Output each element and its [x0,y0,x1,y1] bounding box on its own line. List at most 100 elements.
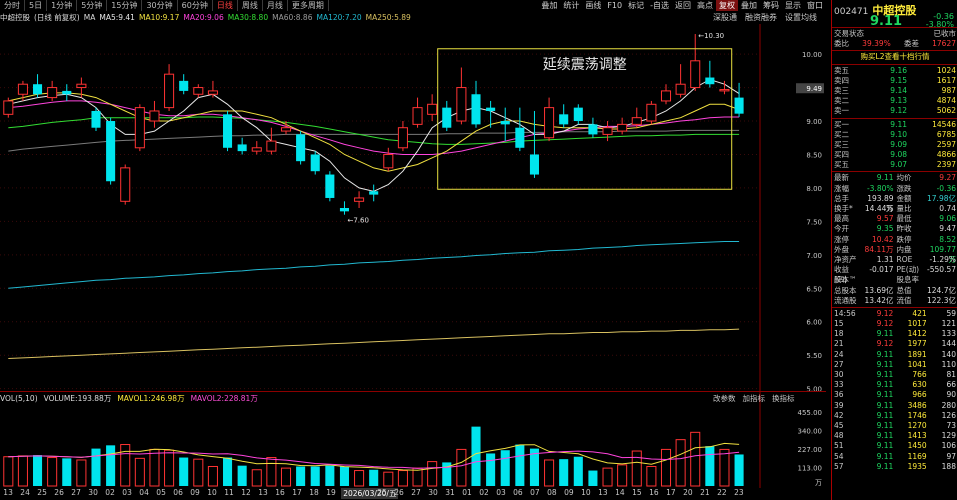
date-label: 25 [37,488,47,497]
volume-bar [106,445,116,486]
bid-level-4: 买四 9.08 4866 [834,150,956,160]
volume-bar [179,457,189,486]
sub-button-2[interactable]: 设置均线 [785,12,817,23]
volume-bar [149,448,160,487]
stat-row: 总手 193.89万 金额 17.98亿 [834,193,956,214]
volume-bar [3,456,14,487]
vol-tool-1[interactable]: 加指标 [743,393,766,404]
tool-button-2[interactable]: 画线 [582,0,604,11]
candle [602,121,613,142]
candle [3,97,14,118]
tick-list: 14:56 9.12 421 59 15 9.12 1017 121 18 9.11 1412 133… [832,309,957,472]
candle [164,64,175,111]
tool-button-6[interactable]: 返回 [672,0,694,11]
volume-bar [47,457,58,487]
tab-7[interactable]: 日线 [213,0,238,11]
tool-button-12[interactable]: 窗口 [804,0,826,11]
date-label: 13 [598,488,608,497]
candle [515,107,525,152]
volume-bar [164,449,175,487]
date-label: 12 [241,488,251,497]
sub-button-1[interactable]: 融资融券 [745,12,777,23]
tool-button-7[interactable]: 高点 [694,0,716,11]
stat-row: 换手* 14.44% 量比 0.74 [834,204,956,213]
ma250-label: MA250:5.89 [365,13,411,22]
stat-row: 收益(四) -0.017 PE(动) -550.57 [834,265,956,285]
tab-2[interactable]: 1分钟 [47,0,78,11]
candle [559,104,569,128]
tab-5[interactable]: 30分钟 [142,0,178,11]
tool-button-11[interactable]: 显示 [782,0,804,11]
bid-level-3: 买三 9.09 2597 [834,139,956,149]
tab-0[interactable]: 分时 [0,0,25,11]
price-change-pct: -3.80% [925,20,954,29]
tick-row: 48 9.11 1413 129 [834,431,956,441]
volume-value: VOLUME:193.88万 [43,394,112,403]
volume-bar [251,469,262,487]
volume-bar [646,465,657,487]
tab-9[interactable]: 月线 [263,0,288,11]
current-price-label: 9.49 [806,85,822,93]
tool-button-4[interactable]: 标记 [625,0,647,11]
tool-button-3[interactable]: F10 [604,0,625,11]
tab-4[interactable]: 15分钟 [107,0,143,11]
tool-button-1[interactable]: 统计 [560,0,582,11]
date-label: 16 [275,488,285,497]
tool-button-8[interactable]: 复权 [716,0,738,11]
date-label: 18 [309,488,319,497]
date-label: 25 [377,488,387,497]
tab-10[interactable]: 更多周期 [288,0,329,11]
quote-stats: 最新 9.11 均价 9.27 涨幅 -3.80% 涨跌 -0.36 总手 193.89万 金额 17… [832,173,957,305]
sub-button-0[interactable]: 深股通 [713,12,737,23]
tool-button-9[interactable]: 叠加 [738,0,760,11]
volume-legend: VOL(5,10) VOLUME:193.88万 MAVOL1:246.98万 … [0,393,826,404]
candle [310,151,320,175]
tab-3[interactable]: 5分钟 [77,0,108,11]
candle [62,84,72,101]
vol-indicator-label: VOL(5,10) [0,394,38,403]
date-label: 17 [666,488,676,497]
candle [660,84,672,105]
ask-levels: 卖五 9.16 1024 卖四 9.15 1617 卖三 9.14 987 卖二 9.13 4874 卖… [832,66,957,117]
tab-6[interactable]: 60分钟 [178,0,213,11]
candle [266,127,277,155]
tick-row: 21 9.12 1977 144 [834,339,956,349]
volume-bar [325,465,335,486]
ma60-line [8,129,740,152]
stat-row: 涨停 10.42 跌停 8.52 [834,234,956,244]
bid-level-1: 买一 9.11 14546 [834,119,956,129]
date-label: 07 [530,488,540,497]
vol-tool-2[interactable]: 换指标 [772,393,795,404]
candle [325,171,335,202]
candle [631,107,642,128]
tab-1[interactable]: 5日 [25,0,48,11]
tick-row: 54 9.11 1169 97 [834,451,956,461]
candle [91,107,101,132]
y-tick-label: 10.00 [802,51,822,59]
date-label: 31 [445,488,455,497]
candle [193,84,204,98]
l2-link[interactable]: 购买L2查看十档行情 [832,52,957,62]
volume-bar [237,465,247,486]
vol-tick-label: 455.00 [798,409,823,417]
tab-8[interactable]: 周线 [238,0,263,11]
date-label: 10 [207,488,217,497]
tick-row: 57 9.11 1935 188 [834,461,956,471]
tool-button-5[interactable]: -自选 [647,0,672,11]
tick-row: 45 9.11 1270 73 [834,420,956,430]
kline-chart[interactable]: 延续震荡调整←10.30←7.6010.009.509.008.508.007.… [0,24,826,488]
stat-row: 股本™ 股息率™ [834,275,919,295]
quote-header: 002471 中超控股 9.11 -0.36 -3.80% [832,0,957,29]
vol-tool-0[interactable]: 改参数 [713,393,736,404]
ma10-line [8,92,740,172]
stat-row: 净资产 1.31 ROE -1.29% [834,254,956,264]
date-label: 13 [3,488,13,497]
ma5-label: MA5:9.41 [99,13,135,22]
tick-row: 39 9.11 3486 280 [834,400,956,410]
ask-level-5: 卖一 9.12 5062 [834,106,956,116]
vol-unit: 万 [815,479,822,487]
candle [705,60,715,88]
tool-button-10[interactable]: 筹码 [760,0,782,11]
volume-bar [120,444,131,487]
tool-button-0[interactable]: 叠加 [538,0,560,11]
